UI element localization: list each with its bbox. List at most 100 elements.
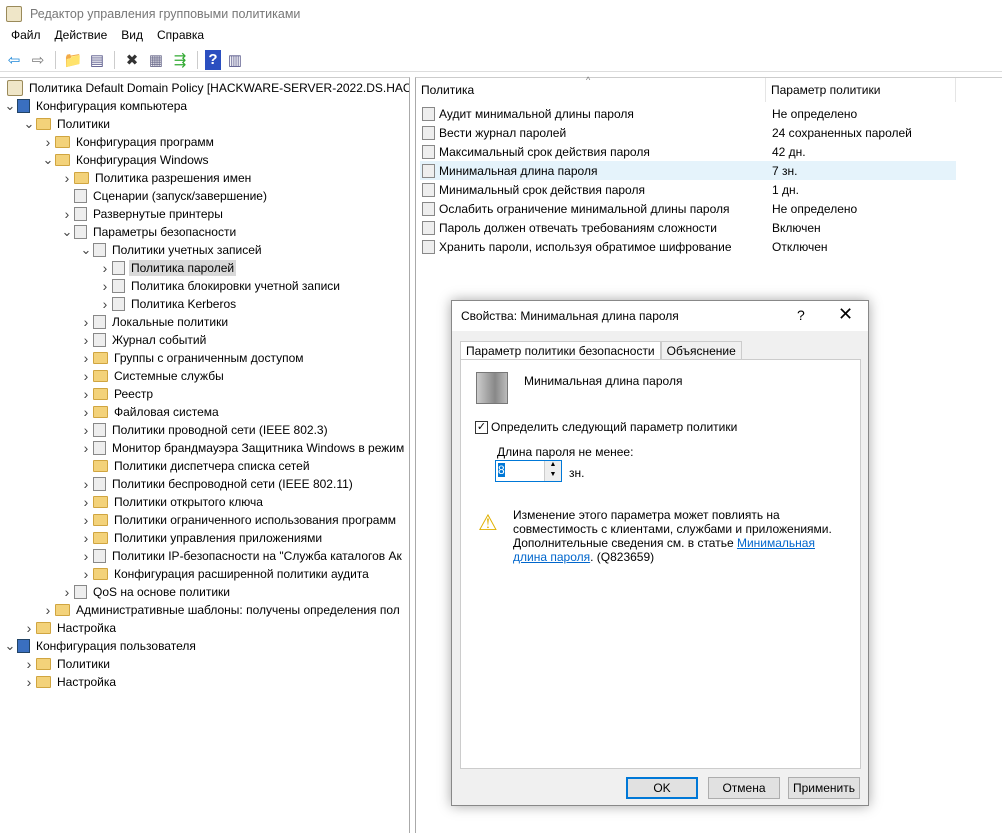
chevron-right-icon[interactable]: › <box>79 566 93 582</box>
tree-item[interactable]: › Политики управления приложениями <box>79 529 324 547</box>
tree-item[interactable]: › QoS на основе политики <box>60 583 232 601</box>
column-header-policy[interactable]: Политика ^ <box>416 75 766 102</box>
tab-explain[interactable]: Объяснение <box>660 341 742 359</box>
forward-arrow-icon[interactable]: ⇨ <box>28 50 48 70</box>
tab-security-setting[interactable]: Параметр политики безопасности <box>460 341 661 360</box>
chevron-right-icon[interactable]: › <box>79 350 93 366</box>
policy-row[interactable]: Аудит минимальной длины пароля Не определ… <box>420 104 956 123</box>
tree-item[interactable]: › Реестр <box>79 385 155 403</box>
chevron-down-icon[interactable]: ⌄ <box>79 242 93 258</box>
chevron-down-icon[interactable]: ⌄ <box>3 638 17 654</box>
tree-item[interactable]: › Конфигурация программ <box>41 133 216 151</box>
policy-row[interactable]: Хранить пароли, используя обратимое шифр… <box>420 237 956 256</box>
chevron-right-icon[interactable]: › <box>60 584 74 600</box>
tree-item[interactable]: › Развернутые принтеры <box>60 205 225 223</box>
spin-up-icon[interactable]: ▲ <box>545 461 561 471</box>
show-hide-tree-icon[interactable]: ▤ <box>87 50 107 70</box>
tree-item[interactable]: › Конфигурация расширенной политики аудит… <box>79 565 371 583</box>
define-checkbox[interactable]: ✓ <box>475 420 488 434</box>
chevron-right-icon[interactable]: › <box>98 278 112 294</box>
chevron-right-icon[interactable]: › <box>79 530 93 546</box>
tree-item[interactable]: ⌄ Конфигурация компьютера <box>3 97 189 115</box>
tree-item[interactable]: › Политика блокировки учетной записи <box>98 277 342 295</box>
chevron-right-icon[interactable]: › <box>79 314 93 330</box>
chevron-right-icon[interactable]: › <box>41 134 55 150</box>
chevron-down-icon[interactable]: ⌄ <box>22 116 36 132</box>
tree-item[interactable]: › Политика Kerberos <box>98 295 238 313</box>
tree-item[interactable]: ⌄ Политики учетных записей <box>79 241 264 259</box>
tree-item[interactable]: › Монитор брандмауэра Защитника Windows в… <box>79 439 406 457</box>
properties-icon[interactable]: ▦ <box>146 50 166 70</box>
tree-item[interactable]: Политики диспетчера списка сетей <box>79 457 312 475</box>
action-pane-icon[interactable]: ▥ <box>225 50 245 70</box>
column-header-setting[interactable]: Параметр политики <box>766 78 956 102</box>
chevron-down-icon[interactable]: ⌄ <box>41 152 55 168</box>
spin-down-icon[interactable]: ▼ <box>545 471 561 481</box>
policy-row[interactable]: Ослабить ограничение минимальной длины п… <box>420 199 956 218</box>
chevron-right-icon[interactable]: › <box>22 674 36 690</box>
tree-item[interactable]: › Политика паролей <box>98 259 237 277</box>
chevron-right-icon[interactable]: › <box>79 494 93 510</box>
chevron-right-icon[interactable]: › <box>60 206 74 222</box>
chevron-right-icon[interactable]: › <box>79 476 93 492</box>
policy-row[interactable]: Минимальный срок действия пароля 1 дн. <box>420 180 956 199</box>
tree-item[interactable]: › Политики IP-безопасности на "Служба кат… <box>79 547 404 565</box>
delete-icon[interactable]: ✖ <box>122 50 142 70</box>
tree-item[interactable]: › Политики проводной сети (IEEE 802.3) <box>79 421 330 439</box>
chevron-right-icon[interactable]: › <box>79 368 93 384</box>
chevron-right-icon[interactable]: › <box>98 296 112 312</box>
tree-item[interactable]: ⌄ Политики <box>22 115 112 133</box>
tree-item[interactable]: › Политика разрешения имен <box>60 169 253 187</box>
help-button[interactable]: ? <box>797 307 805 323</box>
up-folder-icon[interactable]: 📁 <box>63 50 83 70</box>
tree-item[interactable]: › Административные шаблоны: получены опре… <box>41 601 402 619</box>
chevron-right-icon[interactable]: › <box>41 602 55 618</box>
tree-item[interactable]: › Политики <box>22 655 112 673</box>
tree-item[interactable]: ⌄ Конфигурация пользователя <box>3 637 198 655</box>
tree-item[interactable]: › Системные службы <box>79 367 226 385</box>
ok-button[interactable]: OK <box>626 777 698 799</box>
chevron-down-icon[interactable]: ⌄ <box>3 98 17 114</box>
chevron-right-icon[interactable]: › <box>79 386 93 402</box>
tree-item[interactable]: Сценарии (запуск/завершение) <box>60 187 269 205</box>
close-button[interactable]: ✕ <box>838 304 853 325</box>
chevron-down-icon[interactable]: ⌄ <box>60 224 74 240</box>
back-arrow-icon[interactable]: ⇦ <box>4 50 24 70</box>
tree-item[interactable]: › Журнал событий <box>79 331 208 349</box>
help-icon[interactable]: ? <box>205 49 221 70</box>
apply-button[interactable]: Применить <box>788 777 860 799</box>
policy-row[interactable]: Максимальный срок действия пароля 42 дн. <box>420 142 956 161</box>
chevron-right-icon[interactable]: › <box>22 620 36 636</box>
length-spinner[interactable]: 8 ▲ ▼ <box>495 460 562 482</box>
chevron-right-icon[interactable]: › <box>22 656 36 672</box>
tree-item[interactable]: › Локальные политики <box>79 313 230 331</box>
menu-action[interactable]: Действие <box>48 26 115 46</box>
menu-file[interactable]: Файл <box>4 26 48 46</box>
cancel-button[interactable]: Отмена <box>708 777 780 799</box>
tree-item[interactable]: ⌄ Конфигурация Windows <box>41 151 211 169</box>
policy-row[interactable]: Минимальная длина пароля 7 зн. <box>420 161 956 180</box>
tree-item[interactable]: › Политики беспроводной сети (IEEE 802.11… <box>79 475 355 493</box>
tree-item[interactable]: › Настройка <box>22 619 118 637</box>
chevron-right-icon[interactable]: › <box>79 332 93 348</box>
export-list-icon[interactable]: ⇶ <box>170 50 190 70</box>
menu-view[interactable]: Вид <box>114 26 150 46</box>
tree-item[interactable]: Политика Default Domain Policy [HACKWARE… <box>3 79 409 97</box>
tree-item[interactable]: › Настройка <box>22 673 118 691</box>
chevron-right-icon[interactable]: › <box>79 422 93 438</box>
chevron-right-icon[interactable]: › <box>79 404 93 420</box>
menu-help[interactable]: Справка <box>150 26 211 46</box>
tree-item[interactable]: › Политики ограниченного использования пр… <box>79 511 398 529</box>
define-setting[interactable]: ✓ Определить следующий параметр политики <box>475 420 737 434</box>
tree-item[interactable]: ⌄ Параметры безопасности <box>60 223 238 241</box>
policy-row[interactable]: Вести журнал паролей 24 сохраненных парол… <box>420 123 956 142</box>
chevron-right-icon[interactable]: › <box>79 548 93 564</box>
tree-item[interactable]: › Группы с ограниченным доступом <box>79 349 306 367</box>
tree-item[interactable]: › Файловая система <box>79 403 221 421</box>
chevron-right-icon[interactable]: › <box>79 440 93 456</box>
chevron-right-icon[interactable]: › <box>60 170 74 186</box>
length-input[interactable]: 8 <box>498 463 505 477</box>
chevron-right-icon[interactable]: › <box>98 260 112 276</box>
tree-item[interactable]: › Политики открытого ключа <box>79 493 265 511</box>
policy-row[interactable]: Пароль должен отвечать требованиям сложн… <box>420 218 956 237</box>
